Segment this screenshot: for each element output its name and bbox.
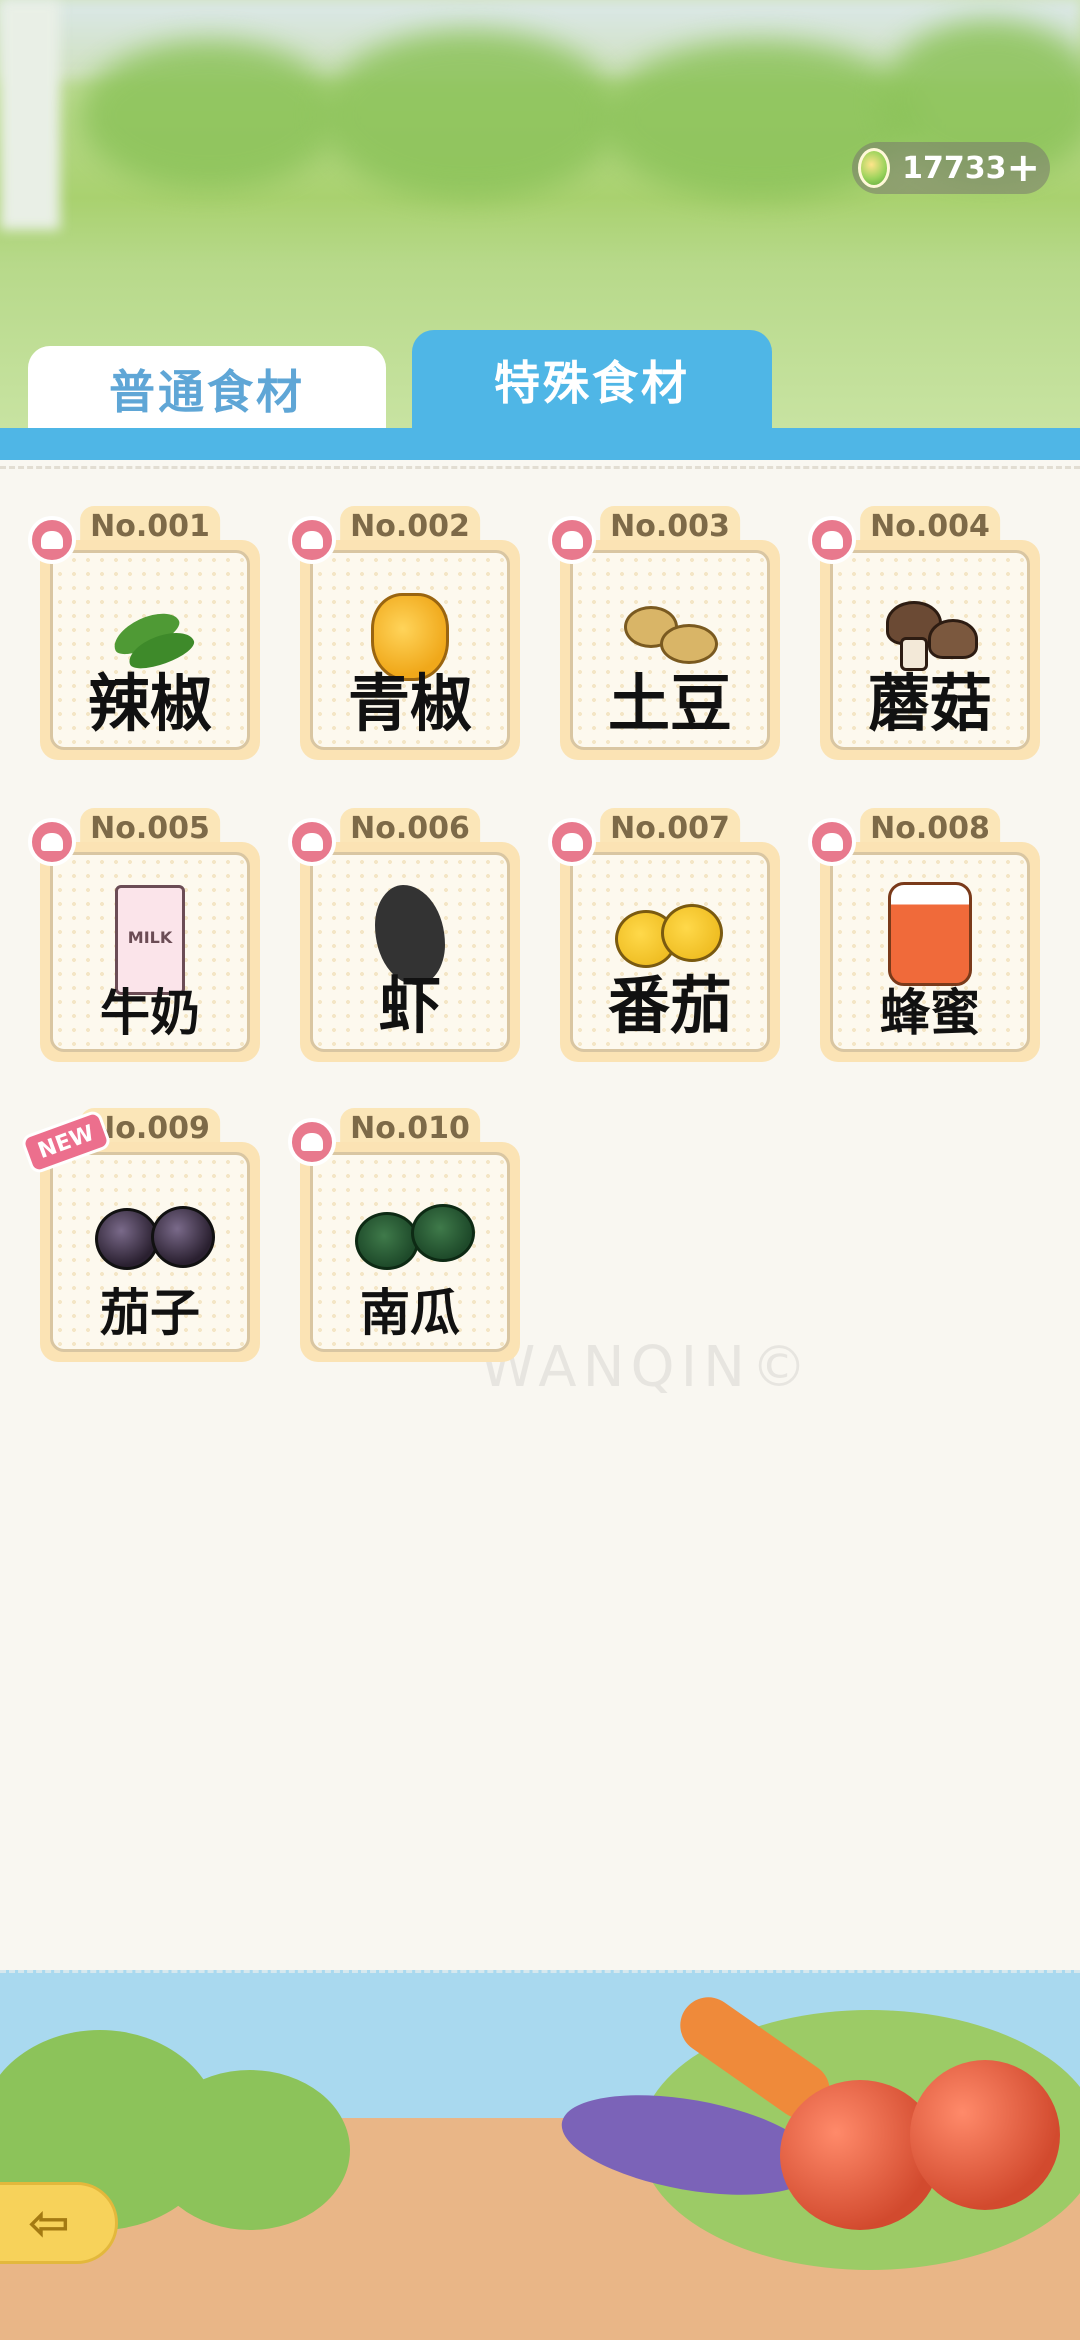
tomato-decoration [910, 2060, 1060, 2210]
tab-bar-divider [0, 428, 1080, 460]
ingredient-name: 蜂蜜 [880, 984, 980, 1042]
back-button[interactable]: ⇦ [0, 2182, 118, 2264]
ingredient-card-001[interactable]: No.001 辣椒 [28, 506, 260, 760]
bottom-scene [0, 1970, 1080, 2340]
ingredient-name: 蘑菇 [867, 667, 992, 740]
ingredient-name: 南瓜 [360, 1284, 460, 1342]
add-currency-icon[interactable]: + [1006, 148, 1040, 188]
ingredient-name: 茄子 [100, 1284, 200, 1342]
ingredient-card-008[interactable]: No.008 蜂蜜 [808, 808, 1040, 1062]
ingredient-card-003[interactable]: No.003 土豆 [548, 506, 780, 760]
chef-hat-icon [288, 516, 336, 564]
ingredient-card-005[interactable]: No.005 MILK 牛奶 [28, 808, 260, 1062]
back-arrow-icon: ⇦ [28, 2194, 70, 2252]
ingredient-name: 虾 [378, 969, 441, 1042]
chef-hat-icon [28, 818, 76, 866]
chef-hat-icon [288, 1118, 336, 1166]
tab-label: 特殊食材 [494, 356, 690, 410]
tab-special-ingredients[interactable]: 特殊食材 [412, 330, 772, 430]
pillar-blur [0, 0, 60, 230]
chef-hat-icon [808, 516, 856, 564]
chef-hat-icon [548, 818, 596, 866]
currency-amount: 17733 [902, 150, 1007, 186]
chef-hat-icon [548, 516, 596, 564]
ingredient-name: 土豆 [607, 667, 732, 740]
tab-normal-ingredients[interactable]: 普通食材 [28, 346, 386, 432]
currency-display[interactable]: 17733 + [852, 142, 1050, 194]
ingredient-name: 牛奶 [100, 984, 200, 1042]
tab-label: 普通食材 [109, 365, 305, 419]
ingredient-card-007[interactable]: No.007 番茄 [548, 808, 780, 1062]
bush-blur [80, 40, 340, 190]
ingredient-card-004[interactable]: No.004 蘑菇 [808, 506, 1040, 760]
ingredient-card-002[interactable]: No.002 青椒 [288, 506, 520, 760]
coin-icon [858, 148, 891, 188]
chef-hat-icon [28, 516, 76, 564]
ingredient-name: 番茄 [607, 969, 732, 1042]
ingredient-card-009[interactable]: No.009 茄子 NEW [19, 1108, 260, 1362]
milk-carton-text: MILK [127, 928, 173, 947]
watermark-text: WANQIN© [480, 1335, 813, 1400]
ingredient-name: 辣椒 [87, 667, 212, 740]
chef-hat-icon [808, 818, 856, 866]
ingredient-card-006[interactable]: No.006 虾 [288, 808, 520, 1062]
bush-decoration [150, 2070, 350, 2230]
ingredient-name: 青椒 [347, 667, 472, 740]
bush-blur [320, 30, 620, 200]
chef-hat-icon [288, 818, 336, 866]
ingredient-card-010[interactable]: No.010 南瓜 [288, 1108, 520, 1362]
